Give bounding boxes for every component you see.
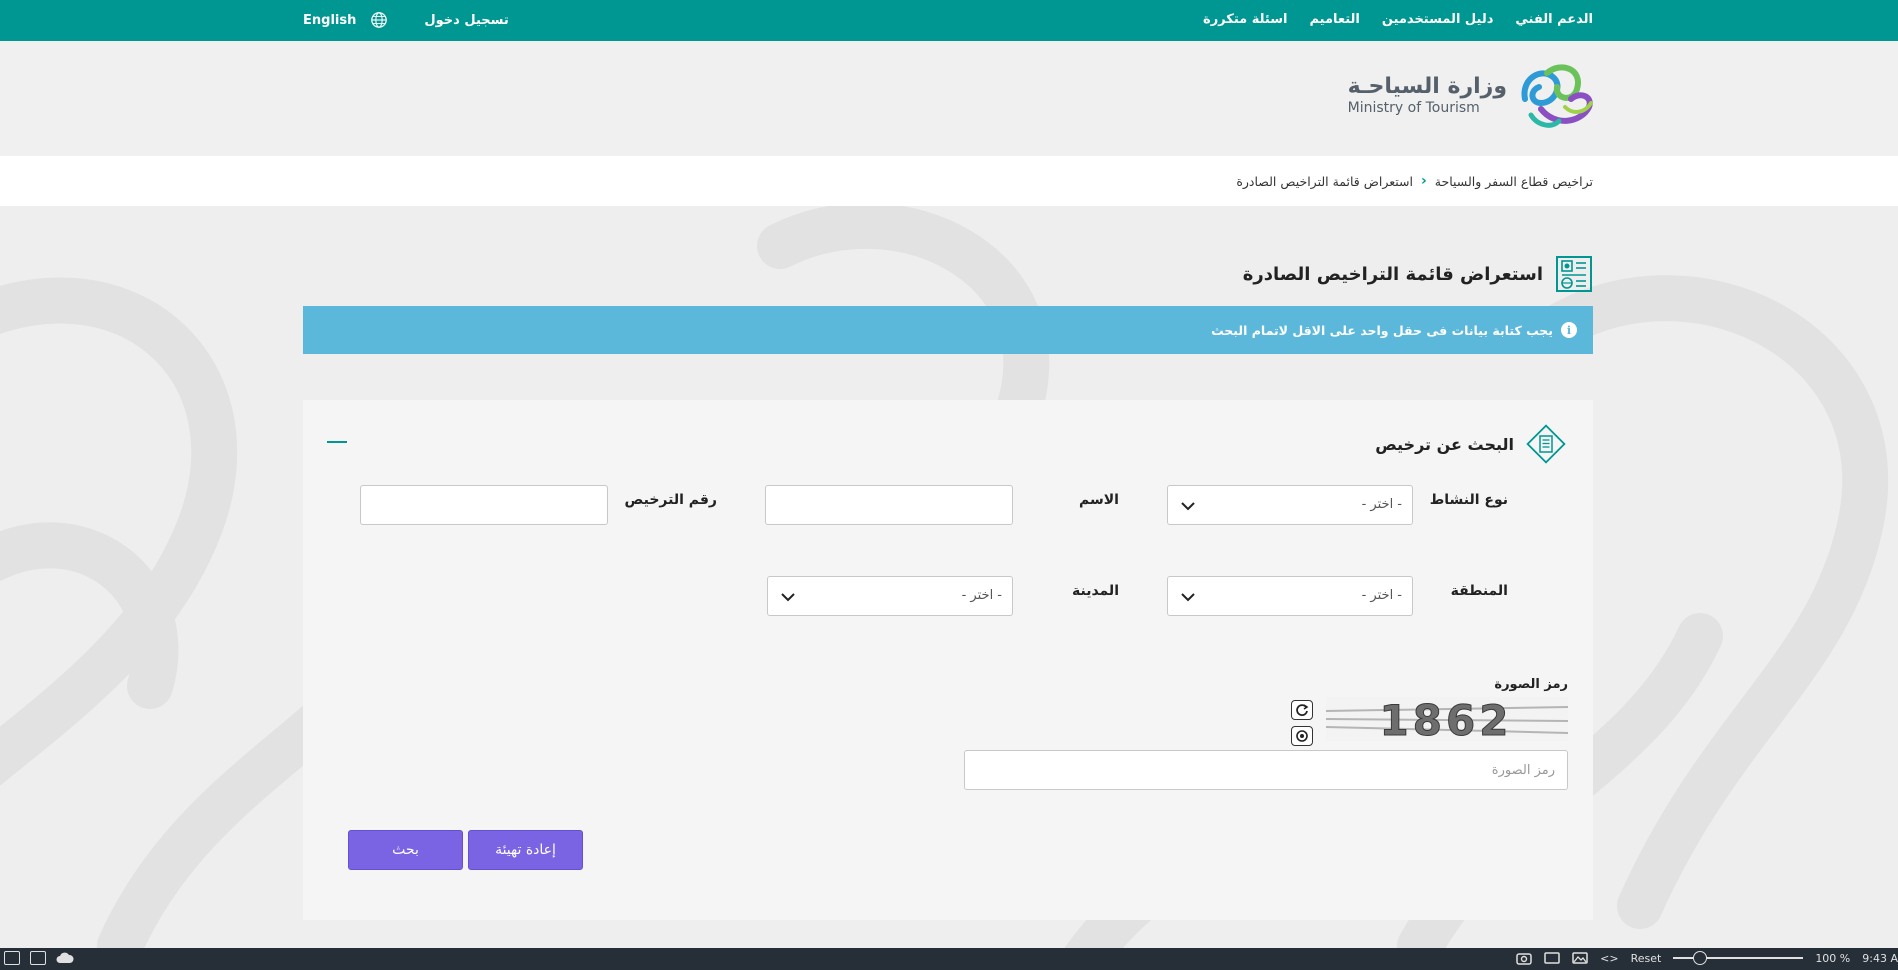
reset-button[interactable]: إعادة تهيئة <box>468 830 583 870</box>
captcha-text: 1862 <box>1380 697 1513 741</box>
search-panel: البحث عن ترخيص نوع النشاط - اختر - الاسم… <box>303 400 1593 920</box>
license-number-input[interactable] <box>360 485 608 525</box>
tabs-icon[interactable] <box>30 951 46 965</box>
zoom-level: 100 % <box>1815 951 1851 965</box>
breadcrumb-bar: تراخيص قطاع السفر والسياحة ‹ استعراض قائ… <box>0 156 1898 206</box>
audio-icon <box>1296 730 1308 742</box>
info-icon: i <box>1561 322 1577 338</box>
image-icon[interactable] <box>1572 951 1588 965</box>
logo-english-text: Ministry of Tourism <box>1347 100 1480 116</box>
ministry-emblem-icon <box>1521 64 1593 128</box>
activity-type-select[interactable]: - اختر - <box>1167 485 1413 525</box>
zoom-slider[interactable] <box>1673 951 1804 965</box>
city-label: المدينة <box>1072 583 1119 599</box>
collapse-button[interactable] <box>327 441 347 443</box>
city-select[interactable]: - اختر - <box>767 576 1013 616</box>
chevron-left-icon: ‹ <box>1421 173 1427 189</box>
browser-status-bar: <> Reset 100 % 9:43 A <box>0 948 1898 970</box>
captcha-label: رمز الصورة <box>1494 677 1568 692</box>
captcha-image: 1862 <box>1326 697 1568 741</box>
zoom-reset-button[interactable]: Reset <box>1631 952 1662 965</box>
info-alert: i يجب كتابة بيانات فى حقل واحد على الاقل… <box>303 306 1593 354</box>
region-label: المنطقة <box>1450 583 1508 599</box>
breadcrumb: تراخيص قطاع السفر والسياحة ‹ استعراض قائ… <box>1236 173 1593 189</box>
logo-arabic-text: وزارة السياحـة <box>1347 74 1507 99</box>
license-document-icon <box>1556 256 1592 292</box>
window-icon[interactable] <box>1544 951 1560 965</box>
refresh-icon <box>1296 704 1309 716</box>
zoom-slider-knob[interactable] <box>1693 951 1708 965</box>
breadcrumb-root-link[interactable]: تراخيص قطاع السفر والسياحة <box>1435 174 1593 189</box>
alert-message: يجب كتابة بيانات فى حقل واحد على الاقل ل… <box>1211 322 1553 338</box>
globe-icon[interactable] <box>370 11 388 29</box>
name-input[interactable] <box>765 485 1013 525</box>
ministry-logo[interactable]: وزارة السياحـة Ministry of Tourism <box>1348 59 1595 133</box>
code-icon[interactable]: <> <box>1600 952 1618 965</box>
chevron-down-icon <box>1181 593 1195 602</box>
header: وزارة السياحـة Ministry of Tourism <box>0 41 1898 156</box>
region-select[interactable]: - اختر - <box>1167 576 1413 616</box>
license-number-label: رقم الترخيص <box>624 492 717 508</box>
nav-user-guide-link[interactable]: دليل المستخدمين <box>1382 12 1494 27</box>
chevron-down-icon <box>781 593 795 602</box>
activity-type-label: نوع النشاط <box>1429 492 1508 508</box>
page-title: استعراض قائمة التراخيص الصادرة <box>1242 263 1543 285</box>
language-link[interactable]: English <box>303 13 356 28</box>
nav-faq-link[interactable]: اسئلة متكررة <box>1203 12 1287 27</box>
search-panel-title: البحث عن ترخيص <box>1375 434 1514 454</box>
top-nav: اسئلة متكررة التعاميم دليل المستخدمين ال… <box>1203 12 1593 27</box>
search-panel-header: البحث عن ترخيص <box>1375 422 1568 466</box>
cloud-icon[interactable] <box>56 951 74 965</box>
login-link[interactable]: تسجيل دخول <box>424 13 508 28</box>
chevron-down-icon <box>1181 502 1195 511</box>
search-form-icon <box>1526 424 1566 464</box>
top-bar: اسئلة متكررة التعاميم دليل المستخدمين ال… <box>0 0 1898 41</box>
name-label: الاسم <box>1079 492 1119 508</box>
nav-circulars-link[interactable]: التعاميم <box>1309 12 1359 27</box>
nav-support-link[interactable]: الدعم الفني <box>1515 12 1593 27</box>
page-header: استعراض قائمة التراخيص الصادرة <box>1243 255 1593 293</box>
audio-captcha-button[interactable] <box>1291 726 1313 746</box>
camera-icon[interactable] <box>1516 951 1532 965</box>
captcha-input[interactable] <box>964 750 1568 790</box>
breadcrumb-current: استعراض قائمة التراخيص الصادرة <box>1236 173 1413 189</box>
refresh-captcha-button[interactable] <box>1291 700 1313 720</box>
panel-icon[interactable] <box>4 951 20 965</box>
search-button[interactable]: بحث <box>348 830 463 870</box>
clock: 9:43 A <box>1862 951 1898 965</box>
top-nav-left: English تسجيل دخول <box>303 11 509 29</box>
